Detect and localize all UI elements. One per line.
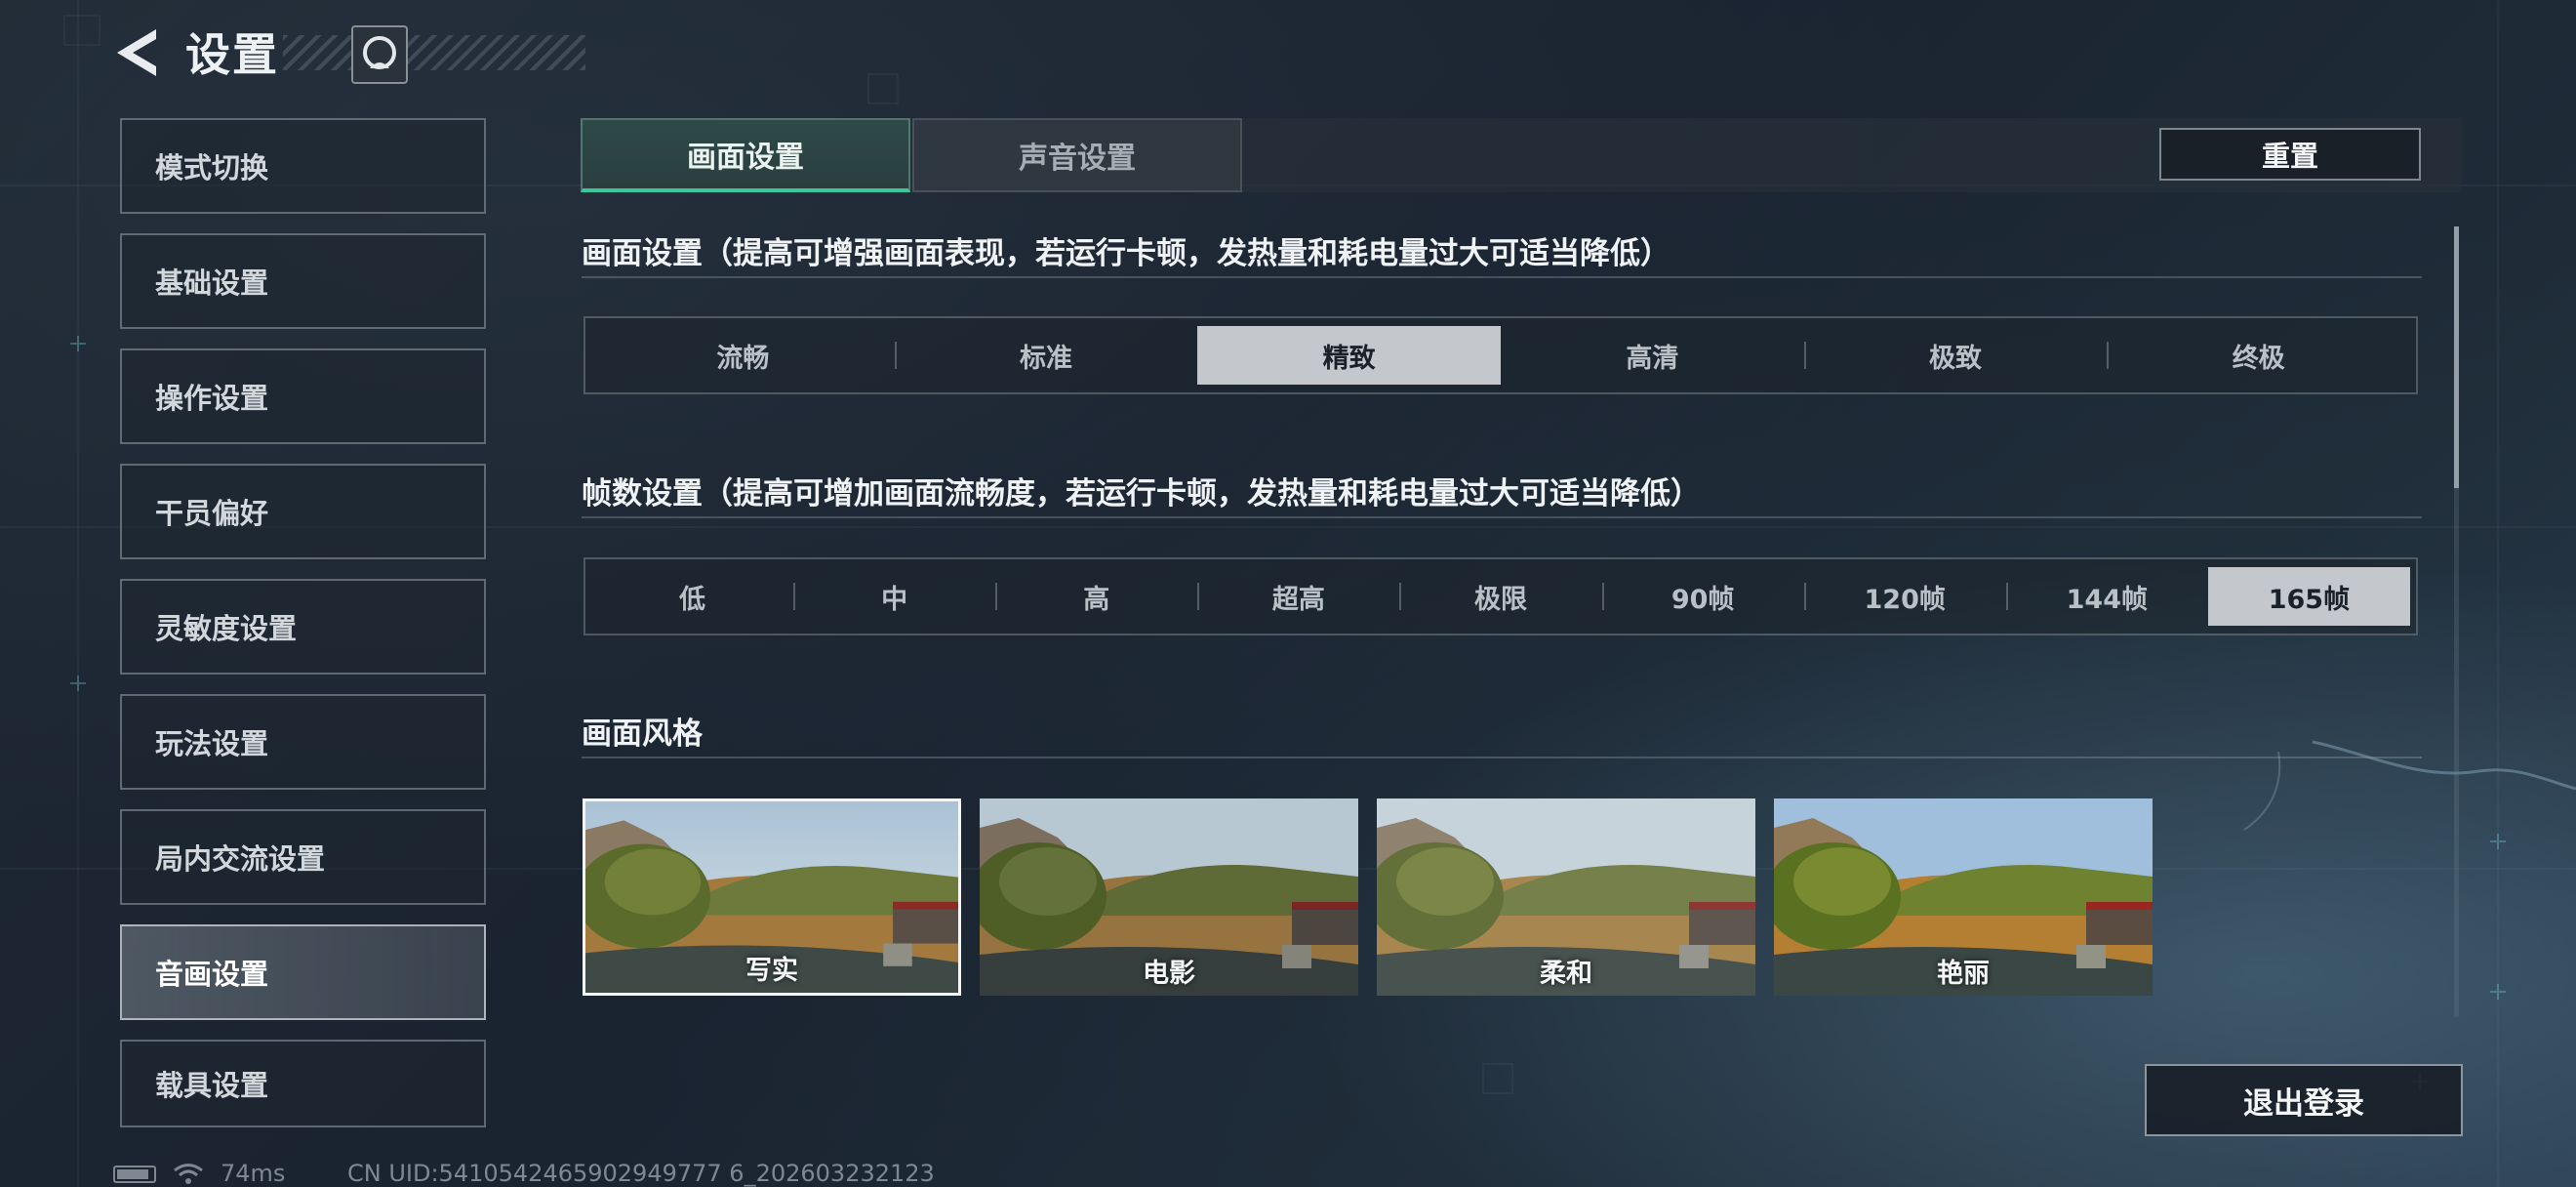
- graphics-section-divider: [582, 276, 2422, 278]
- style-option-vivid[interactable]: 艳丽: [1774, 798, 2153, 996]
- framerate-option-ultra[interactable]: 超高: [1197, 567, 1399, 626]
- ping-readout: 74ms: [221, 1160, 286, 1187]
- framerate-option-low[interactable]: 低: [591, 567, 793, 626]
- tab-sound-settings[interactable]: 声音设置: [912, 118, 1242, 192]
- page-title: 设置: [185, 28, 279, 81]
- framerate-section-divider: [582, 516, 2422, 518]
- framerate-option-high[interactable]: 高: [995, 567, 1197, 626]
- framerate-section-title: 帧数设置（提高可增加画面流畅度，若运行卡顿，发热量和耗电量过大可适当降低）: [582, 476, 1701, 512]
- sidebar-item-basic-settings[interactable]: 基础设置: [120, 233, 486, 329]
- graphics-option-smooth[interactable]: 流畅: [591, 326, 895, 385]
- graphics-option-hd[interactable]: 高清: [1501, 326, 1804, 385]
- sidebar-item-gameplay[interactable]: 玩法设置: [120, 694, 486, 790]
- framerate-selector: 低 中 高 超高 极限 90帧 120帧 144帧 165帧: [584, 557, 2418, 635]
- graphics-option-ultimate[interactable]: 终极: [2107, 326, 2410, 385]
- sidebar-item-operator-preference[interactable]: 干员偏好: [120, 464, 486, 559]
- framerate-option-144[interactable]: 144帧: [2005, 567, 2208, 626]
- style-label-cinematic: 电影: [1143, 959, 1195, 989]
- style-option-soft[interactable]: 柔和: [1377, 798, 1755, 996]
- content-scrollbar-thumb[interactable]: [2454, 226, 2459, 488]
- style-section-divider: [582, 757, 2422, 758]
- graphics-section-title: 画面设置（提高可增强画面表现，若运行卡顿，发热量和耗电量过大可适当降低）: [582, 236, 1670, 271]
- framerate-option-120[interactable]: 120帧: [1803, 567, 2006, 626]
- user-uid: CN UID:5410542465902949777 6_20260323212…: [347, 1160, 935, 1187]
- sidebar-item-control-settings[interactable]: 操作设置: [120, 348, 486, 444]
- style-label-realistic: 写实: [745, 956, 798, 986]
- framerate-option-medium[interactable]: 中: [793, 567, 995, 626]
- user-avatar-icon: [363, 36, 396, 69]
- tab-graphics-settings[interactable]: 画面设置: [581, 118, 910, 192]
- framerate-option-90[interactable]: 90帧: [1601, 567, 1804, 626]
- graphics-option-extreme[interactable]: 极致: [1803, 326, 2108, 385]
- graphics-option-refined[interactable]: 精致: [1197, 326, 1502, 385]
- framerate-option-165[interactable]: 165帧: [2207, 567, 2410, 626]
- sidebar-item-in-game-communication[interactable]: 局内交流设置: [120, 809, 486, 905]
- sidebar-item-sensitivity[interactable]: 灵敏度设置: [120, 579, 486, 675]
- graphics-option-standard[interactable]: 标准: [894, 326, 1198, 385]
- graphics-quality-selector: 流畅 标准 精致 高清 极致 终极: [584, 316, 2418, 394]
- logout-button[interactable]: 退出登录: [2145, 1064, 2463, 1136]
- back-arrow-icon[interactable]: [109, 23, 164, 82]
- header-stripe-decoration: [283, 35, 585, 70]
- sidebar-item-audio-video[interactable]: 音画设置: [120, 924, 486, 1020]
- style-option-realistic[interactable]: 写实: [583, 798, 961, 996]
- reset-button[interactable]: 重置: [2159, 128, 2421, 181]
- profile-icon[interactable]: [351, 25, 408, 84]
- style-label-vivid: 艳丽: [1937, 959, 1990, 989]
- sidebar-item-mode-switch[interactable]: 模式切换: [120, 118, 486, 214]
- wifi-icon: [174, 1164, 203, 1184]
- style-option-cinematic[interactable]: 电影: [980, 798, 1358, 996]
- style-label-soft: 柔和: [1540, 959, 1592, 989]
- battery-icon: [113, 1166, 156, 1183]
- framerate-option-max[interactable]: 极限: [1399, 567, 1601, 626]
- sidebar-item-vehicle[interactable]: 载具设置: [120, 1040, 486, 1127]
- style-section-title: 画面风格: [582, 716, 703, 752]
